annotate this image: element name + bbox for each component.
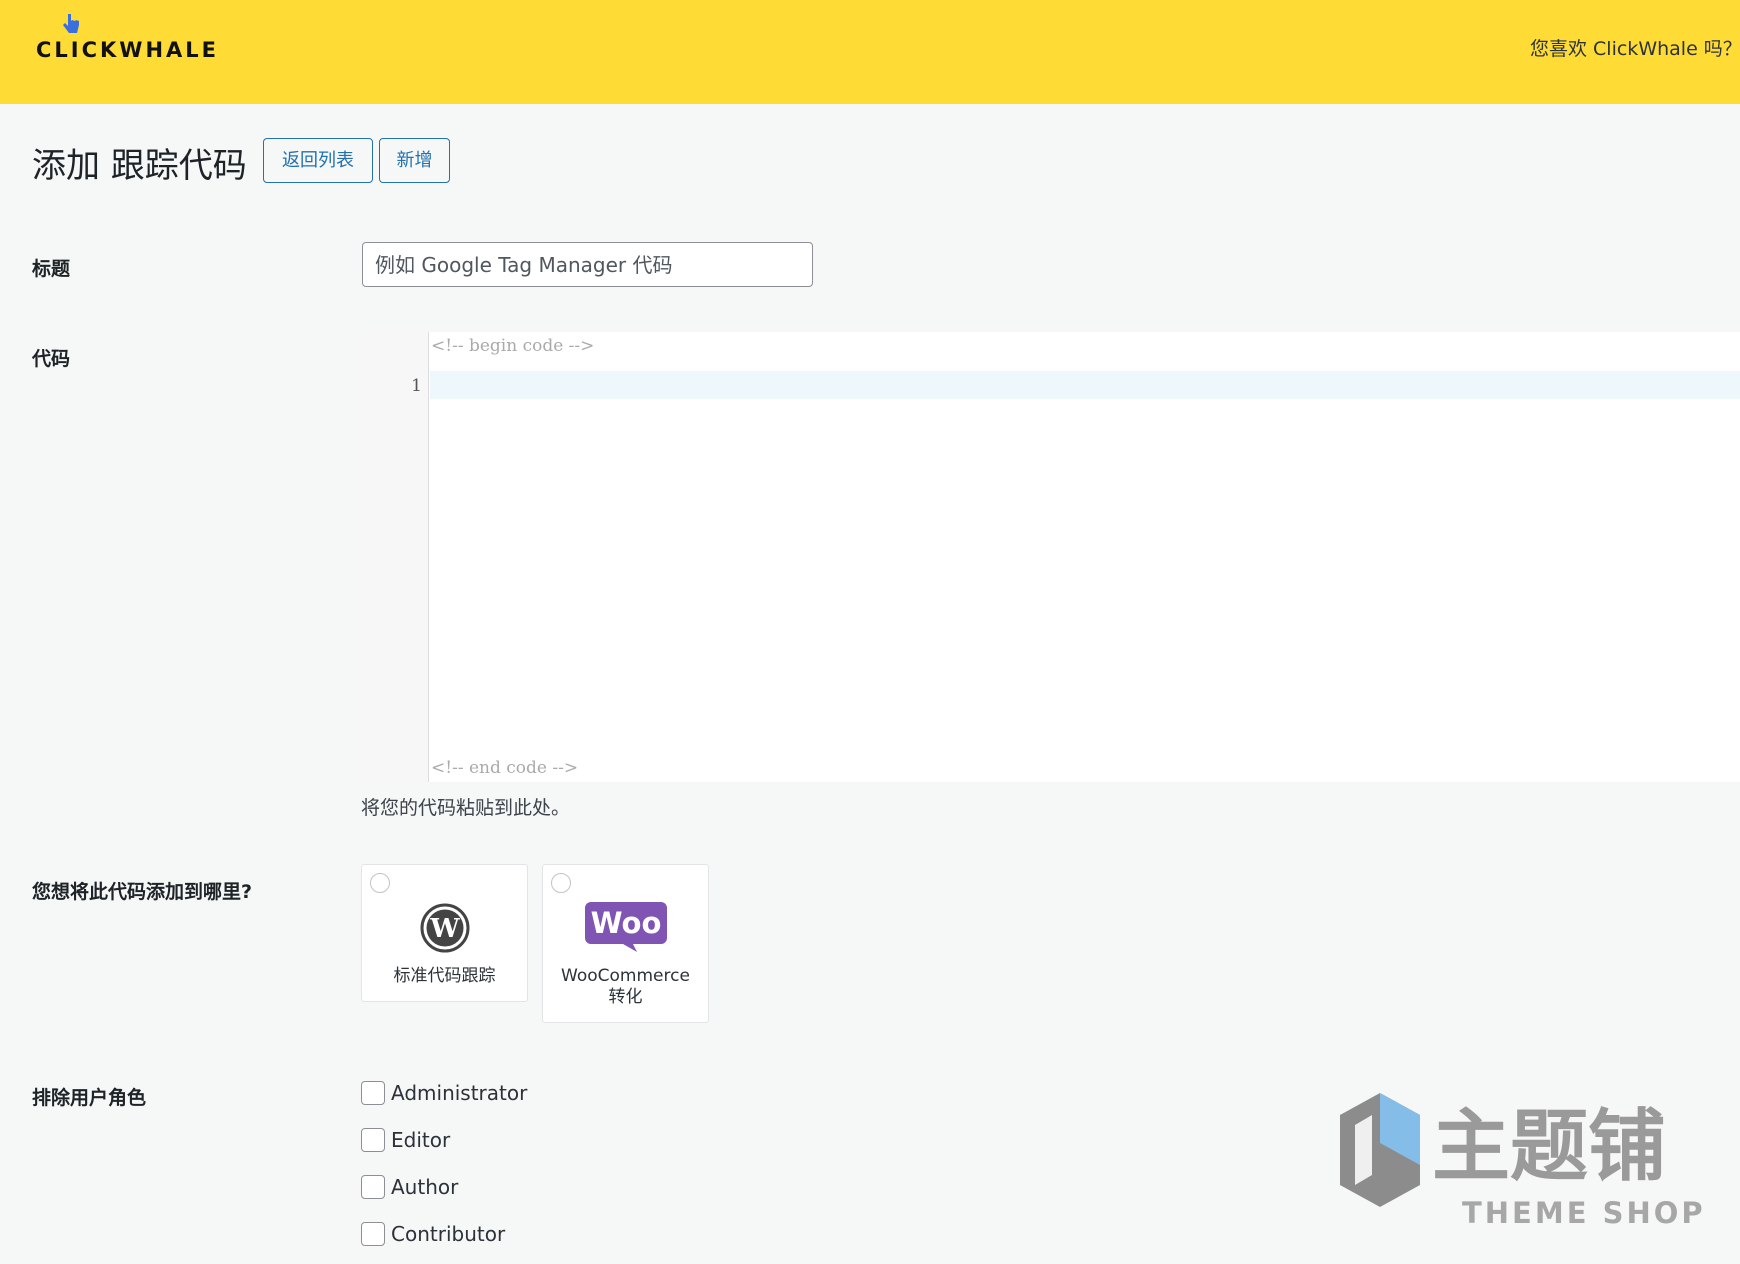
svg-text:主题铺: 主题铺 [1432,1102,1666,1192]
woo-icon: Woo [584,902,667,952]
clickwhale-logo[interactable]: CLICKWHALE [36,12,226,62]
top-bar: CLICKWHALE 您喜欢 ClickWhale 吗？请 [0,0,1740,104]
role-checkbox-contributor[interactable]: Contributor [361,1221,505,1247]
role-label: Author [391,1175,459,1199]
checkbox[interactable] [361,1175,385,1199]
checkbox[interactable] [361,1128,385,1152]
back-to-list-button[interactable]: 返回列表 [263,138,373,183]
conversion-option-label: 转化 [608,987,643,1007]
role-label: Editor [391,1128,451,1152]
standard-radio[interactable] [370,873,390,893]
code-begin-comment: <!-- begin code --> [431,336,595,356]
logo-text: CLICKWHALE [36,38,220,62]
woocommerce-radio[interactable] [551,873,571,893]
role-checkbox-administrator[interactable]: Administrator [361,1080,527,1106]
title-label: 标题 [32,258,71,280]
checkbox[interactable] [361,1222,385,1246]
theme-shop-watermark: 主题铺 THEME SHOP [1340,1093,1706,1230]
add-new-button[interactable]: 新增 [379,138,450,183]
svg-text:Woo: Woo [590,906,661,940]
line-number: 1 [411,376,422,396]
exclude-roles-label: 排除用户角色 [32,1087,147,1109]
title-input[interactable] [362,242,813,287]
role-label: Contributor [391,1222,506,1246]
active-code-line[interactable] [430,371,1740,399]
code-label: 代码 [32,348,71,370]
location-option-standard[interactable]: W 标准代码跟踪 [361,864,528,1002]
svg-text:THEME SHOP: THEME SHOP [1462,1196,1706,1230]
role-checkbox-author[interactable]: Author [361,1174,458,1200]
wordpress-icon: W [420,903,469,953]
role-checkbox-editor[interactable]: Editor [361,1127,450,1153]
code-help-text: 将您的代码粘贴到此处。 [361,797,571,819]
svg-text:W: W [429,914,460,944]
location-label: 您想将此代码添加到哪里? [32,881,253,903]
standard-option-label: 标准代码跟踪 [393,966,496,986]
code-editor[interactable]: 1 <!-- begin code --> <!-- end code --> [361,332,1740,782]
location-option-woocommerce[interactable]: Woo WooCommerce 转化 [542,864,709,1023]
role-label: Administrator [391,1081,528,1105]
code-end-comment: <!-- end code --> [431,758,579,778]
woocommerce-option-label: WooCommerce [561,966,690,986]
promo-text[interactable]: 您喜欢 ClickWhale 吗？请 [1530,34,1740,61]
checkbox[interactable] [361,1081,385,1105]
page-title: 添加 跟踪代码 [32,146,247,186]
line-gutter: 1 [361,332,429,782]
cursor-icon [63,14,79,33]
